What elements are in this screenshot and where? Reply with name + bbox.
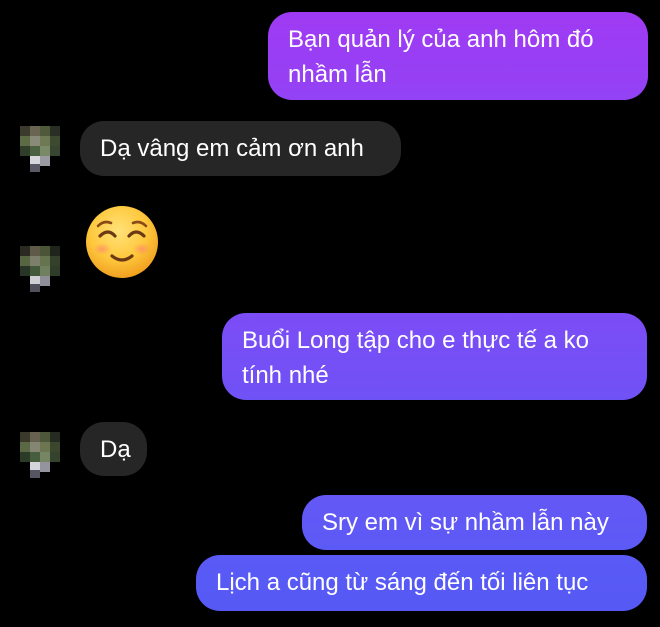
smiling-face-emoji-icon[interactable] <box>84 204 160 280</box>
incoming-message-bubble[interactable]: Dạ vâng em cảm ơn anh <box>80 121 401 176</box>
outgoing-message-bubble[interactable]: Bạn quản lý của anh hôm đó nhầm lẫn <box>268 12 648 100</box>
outgoing-message-bubble[interactable]: Lịch a cũng từ sáng đến tối liên tục <box>196 555 647 611</box>
message-line: Lịch a cũng từ sáng đến tối liên tục <box>216 569 589 596</box>
message-line: Bạn quản lý của anh hôm đó <box>288 26 594 53</box>
message-line: Sry em vì sự nhầm lẫn này <box>322 509 609 536</box>
contact-avatar[interactable] <box>20 246 60 292</box>
message-line: Buổi Long tập cho e thực tế a ko <box>242 327 589 354</box>
contact-avatar[interactable] <box>20 432 60 478</box>
message-line: Dạ vâng em cảm ơn anh <box>100 135 364 162</box>
message-line: nhầm lẫn <box>288 61 387 88</box>
outgoing-message-bubble[interactable]: Buổi Long tập cho e thực tế a ko tính nh… <box>222 313 647 400</box>
outgoing-message-bubble[interactable]: Sry em vì sự nhầm lẫn này <box>302 495 647 550</box>
incoming-message-bubble[interactable]: Dạ <box>80 422 147 476</box>
message-line: tính nhé <box>242 362 329 389</box>
contact-avatar[interactable] <box>20 126 60 172</box>
message-line: Dạ <box>100 436 131 463</box>
